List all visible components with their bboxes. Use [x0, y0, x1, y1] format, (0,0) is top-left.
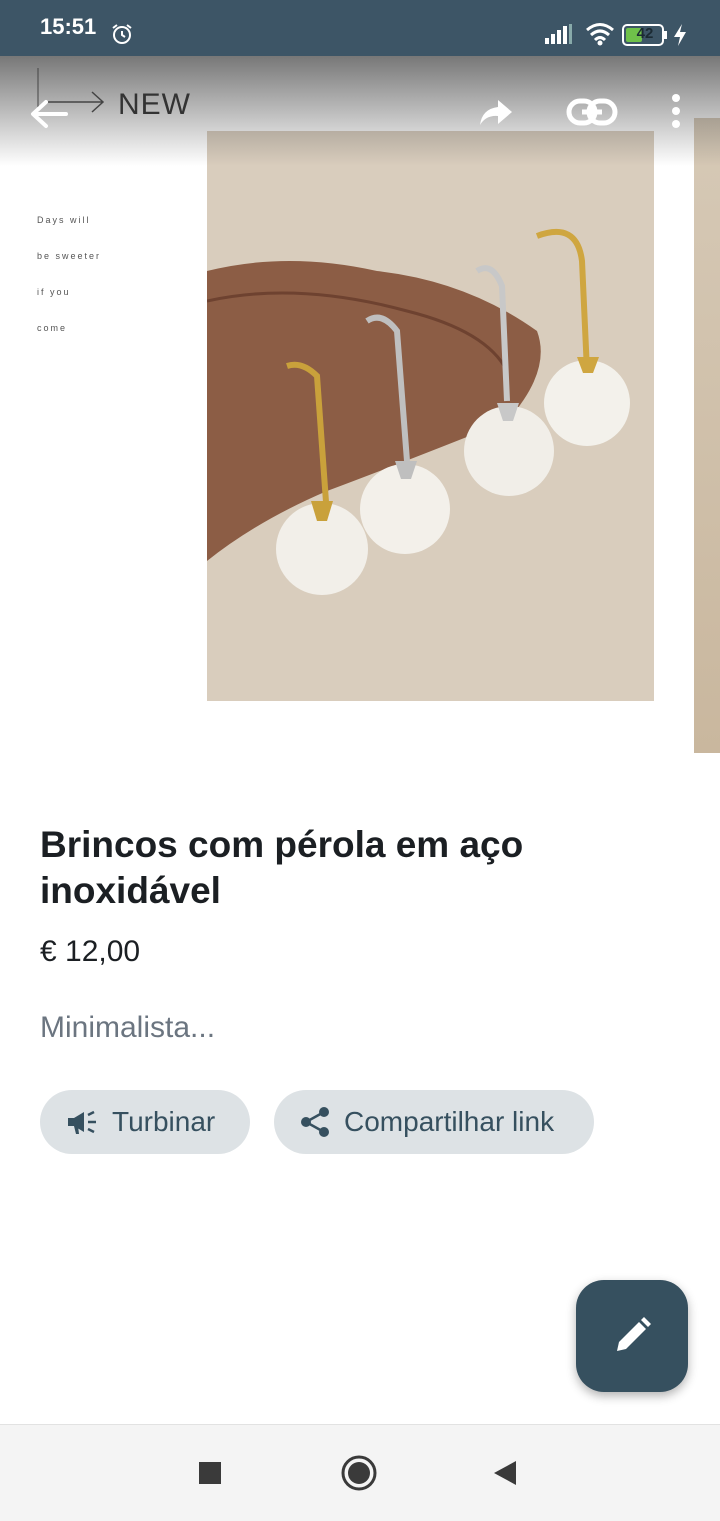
next-photo-preview[interactable] — [694, 118, 720, 753]
poem-line: come — [37, 323, 68, 333]
product-description[interactable]: Minimalista... — [40, 1011, 215, 1045]
poem-line: Days will — [37, 215, 91, 225]
share-icon — [301, 1107, 329, 1137]
megaphone-icon — [68, 1110, 96, 1134]
boost-button[interactable]: Turbinar — [40, 1090, 250, 1154]
charging-icon — [674, 24, 686, 46]
back-arrow-icon[interactable] — [26, 94, 70, 134]
boost-label: Turbinar — [112, 1106, 216, 1137]
edit-fab-button[interactable] — [576, 1280, 688, 1392]
alarm-icon — [112, 24, 132, 44]
signal-icon — [545, 24, 572, 44]
poem-text: Days will be sweeter if you come — [37, 202, 101, 346]
share-link-button[interactable]: Compartilhar link — [274, 1090, 594, 1154]
product-price: € 12,00 — [40, 935, 141, 968]
image-gallery[interactable]: NEW Days will be sweeter if you come — [0, 56, 720, 756]
product-photo[interactable] — [206, 131, 654, 701]
system-nav-bar — [0, 1424, 720, 1521]
status-bar: 15:51 42 — [0, 0, 720, 56]
edit-pencil-icon — [617, 1317, 651, 1351]
new-label: NEW — [118, 88, 191, 121]
status-time: 15:51 — [40, 14, 97, 39]
link-icon[interactable] — [566, 92, 618, 132]
wifi-icon — [586, 23, 614, 46]
more-vert-icon[interactable] — [664, 92, 688, 132]
back-icon[interactable] — [492, 1459, 518, 1487]
product-image — [206, 131, 654, 701]
poem-line: be sweeter — [37, 251, 102, 261]
share-link-label: Compartilhar link — [344, 1106, 555, 1137]
battery-level: 42 — [636, 25, 654, 42]
home-icon[interactable] — [340, 1454, 378, 1492]
poem-line: if you — [37, 287, 71, 297]
recents-icon[interactable] — [199, 1462, 221, 1484]
forward-share-icon[interactable] — [476, 92, 516, 132]
product-title: Brincos com pérola em aço inoxidável — [40, 824, 524, 911]
